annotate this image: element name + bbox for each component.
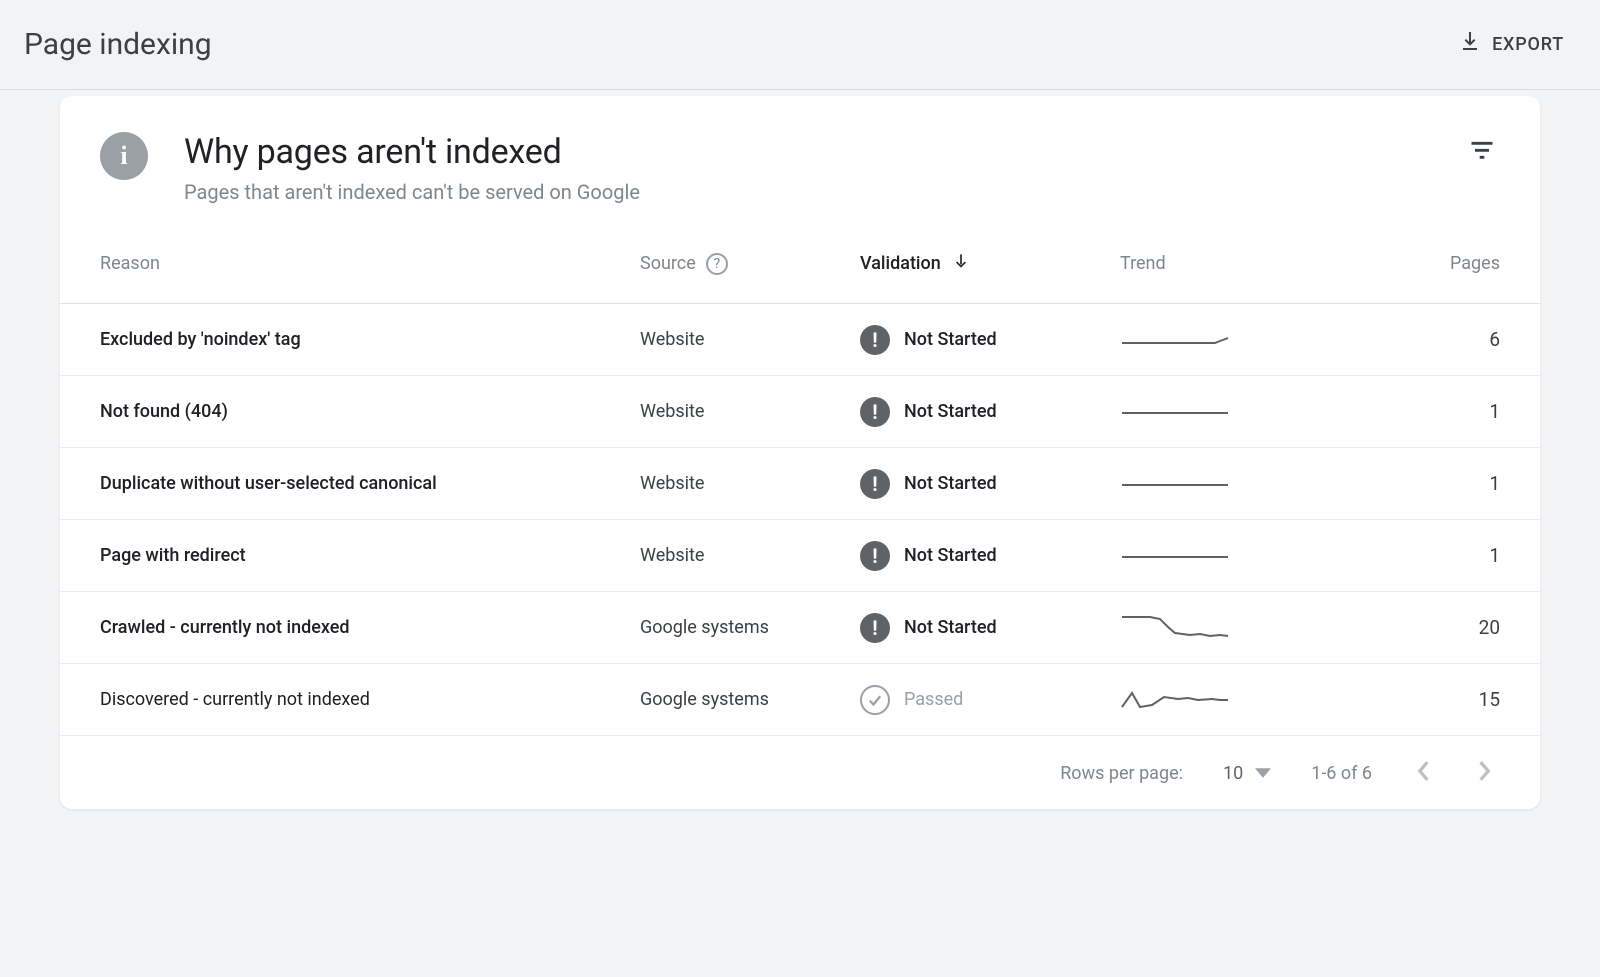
page-title: Page indexing [24, 27, 212, 62]
cell-pages: 6 [1320, 328, 1500, 351]
cell-reason: Not found (404) [100, 401, 640, 422]
cell-pages: 15 [1320, 688, 1500, 711]
table-row[interactable]: Crawled - currently not indexed Google s… [60, 592, 1540, 664]
prev-page-button[interactable] [1412, 756, 1434, 791]
cell-source: Website [640, 329, 860, 350]
download-icon [1458, 30, 1482, 59]
validation-label: Not Started [904, 617, 997, 638]
alert-icon: ! [860, 613, 890, 643]
alert-icon: ! [860, 541, 890, 571]
cell-source: Google systems [640, 617, 860, 638]
alert-icon: ! [860, 469, 890, 499]
help-icon[interactable]: ? [706, 253, 728, 275]
table-row[interactable]: Discovered - currently not indexed Googl… [60, 664, 1540, 736]
cell-trend [1120, 681, 1320, 718]
arrow-down-icon [951, 251, 971, 276]
validation-label: Passed [904, 689, 963, 710]
page-nav [1412, 756, 1496, 791]
cell-source: Website [640, 545, 860, 566]
cell-pages: 1 [1320, 544, 1500, 567]
card-subtitle: Pages that aren't indexed can't be serve… [184, 180, 640, 204]
cell-validation: ! Not Started [860, 469, 1120, 499]
cell-reason: Duplicate without user-selected canonica… [100, 473, 640, 494]
cell-pages: 1 [1320, 400, 1500, 423]
cell-trend [1120, 393, 1320, 430]
cell-trend [1120, 609, 1320, 646]
cell-reason: Excluded by 'noindex' tag [100, 329, 640, 350]
col-pages[interactable]: Pages [1320, 253, 1500, 274]
card-header: i Why pages aren't indexed Pages that ar… [60, 96, 1540, 224]
cell-source: Website [640, 473, 860, 494]
cell-validation: Passed [860, 685, 1120, 715]
validation-label: Not Started [904, 473, 997, 494]
cell-source: Google systems [640, 689, 860, 710]
table-header: Reason Source ? Validation Trend Pages [60, 224, 1540, 304]
info-icon: i [100, 132, 148, 180]
col-source[interactable]: Source ? [640, 253, 860, 275]
export-label: EXPORT [1492, 34, 1564, 55]
cell-pages: 1 [1320, 472, 1500, 495]
alert-icon: ! [860, 325, 890, 355]
export-button[interactable]: EXPORT [1446, 22, 1576, 67]
cell-trend [1120, 321, 1320, 358]
alert-icon: ! [860, 397, 890, 427]
card-title: Why pages aren't indexed [184, 132, 640, 172]
validation-label: Not Started [904, 401, 997, 422]
cell-trend [1120, 465, 1320, 502]
cell-trend [1120, 537, 1320, 574]
filter-button[interactable] [1468, 136, 1496, 168]
rows-per-page-select[interactable]: 10 [1223, 763, 1271, 784]
pagination: Rows per page: 10 1-6 of 6 [60, 736, 1540, 799]
cell-reason: Page with redirect [100, 545, 640, 566]
validation-label: Not Started [904, 329, 997, 350]
table-row[interactable]: Page with redirect Website ! Not Started… [60, 520, 1540, 592]
table-row[interactable]: Duplicate without user-selected canonica… [60, 448, 1540, 520]
check-icon [860, 685, 890, 715]
cell-pages: 20 [1320, 616, 1500, 639]
cell-reason: Crawled - currently not indexed [100, 617, 640, 638]
cell-reason: Discovered - currently not indexed [100, 689, 640, 710]
reasons-table: Reason Source ? Validation Trend Pages E… [60, 224, 1540, 736]
cell-validation: ! Not Started [860, 325, 1120, 355]
pagination-range: 1-6 of 6 [1311, 763, 1372, 784]
chevron-down-icon [1255, 763, 1271, 784]
page-header: Page indexing EXPORT [0, 0, 1600, 90]
next-page-button[interactable] [1474, 756, 1496, 791]
cell-source: Website [640, 401, 860, 422]
validation-label: Not Started [904, 545, 997, 566]
col-validation[interactable]: Validation [860, 251, 1120, 276]
col-trend: Trend [1120, 253, 1320, 274]
table-row[interactable]: Not found (404) Website ! Not Started 1 [60, 376, 1540, 448]
cell-validation: ! Not Started [860, 613, 1120, 643]
cell-validation: ! Not Started [860, 397, 1120, 427]
table-row[interactable]: Excluded by 'noindex' tag Website ! Not … [60, 304, 1540, 376]
cell-validation: ! Not Started [860, 541, 1120, 571]
index-reasons-card: i Why pages aren't indexed Pages that ar… [60, 96, 1540, 809]
rows-per-page-label: Rows per page: [1060, 763, 1183, 784]
col-reason[interactable]: Reason [100, 253, 640, 274]
